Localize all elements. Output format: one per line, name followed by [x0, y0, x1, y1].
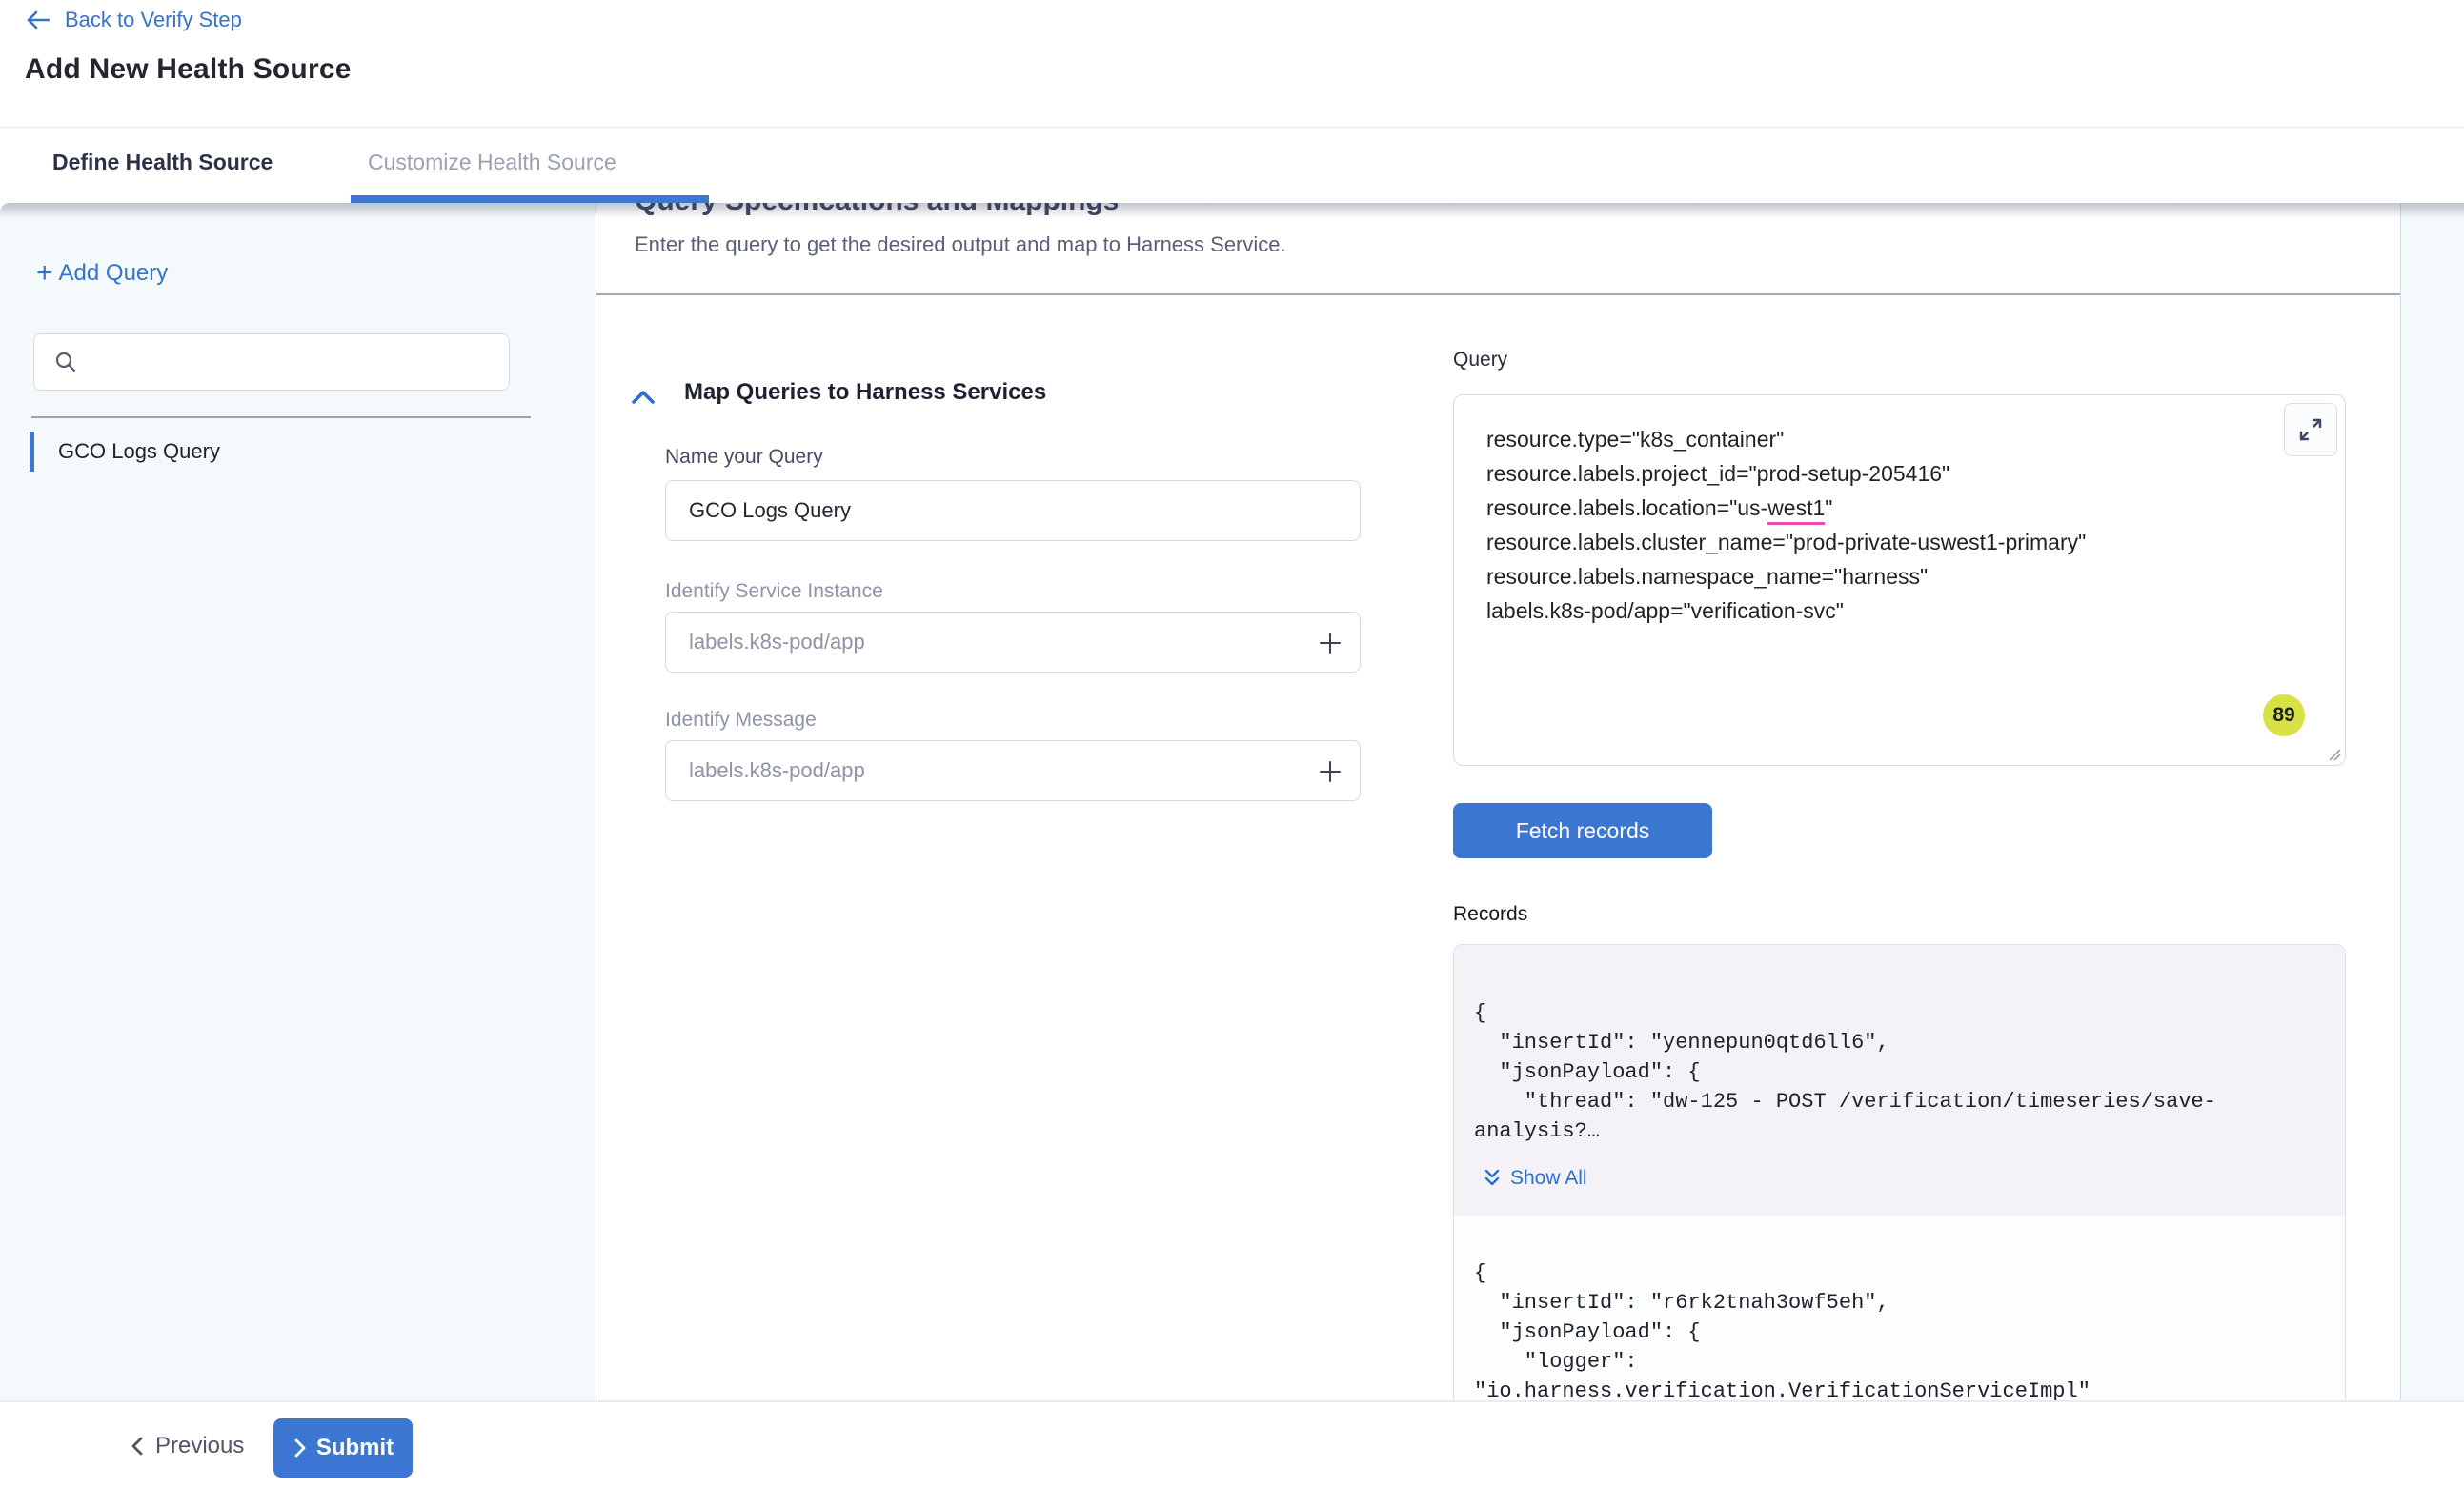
records-label: Records: [1453, 903, 1527, 926]
section-body: Map Queries to Harness Services Name you…: [596, 293, 2400, 1400]
query-item-label: GCO Logs Query: [58, 439, 220, 464]
record-item: { "insertId": "yennepun0qtd6ll6", "jsonP…: [1454, 945, 2345, 1216]
health-source-tabbar: Define Health Source Customize Health So…: [0, 127, 2464, 203]
query-sidebar: + Add Query GCO Logs Query: [0, 203, 596, 1400]
section-header: Query Specifications and Mappings Enter …: [596, 203, 2400, 293]
char-count-badge: 89: [2263, 694, 2305, 736]
wizard-footer: Previous Submit: [0, 1400, 2464, 1488]
resize-handle[interactable]: [2328, 748, 2341, 761]
tab-define-health-source[interactable]: Define Health Source: [52, 128, 273, 196]
record-json: { "insertId": "r6rk2tnah3owf5eh", "jsonP…: [1474, 1258, 2326, 1400]
page-header: Back to Verify Step Add New Health Sourc…: [0, 0, 2464, 127]
plus-icon: [1317, 758, 1343, 785]
previous-button[interactable]: Previous: [129, 1402, 244, 1488]
back-arrow-icon: [25, 9, 51, 31]
plus-icon: +: [36, 262, 53, 285]
record-json: { "insertId": "yennepun0qtd6ll6", "jsonP…: [1474, 998, 2326, 1146]
fullscreen-expand-icon: [2296, 415, 2325, 444]
query-label: Query: [1453, 349, 1507, 372]
show-all-link[interactable]: Show All: [1482, 1167, 1587, 1190]
add-query-label: Add Query: [59, 260, 169, 287]
query-code: resource.type="k8s_container"resource.la…: [1486, 422, 2086, 628]
previous-label: Previous: [155, 1433, 244, 1459]
query-name-input[interactable]: [666, 498, 1276, 523]
service-instance-input[interactable]: [666, 630, 1276, 654]
query-list-item-gco-logs[interactable]: GCO Logs Query: [30, 432, 544, 472]
identify-message-label: Identify Message: [665, 709, 817, 732]
page-title: Add New Health Source: [25, 53, 352, 86]
chevron-left-icon: [129, 1435, 146, 1458]
submit-label: Submit: [316, 1435, 394, 1461]
add-message-field-button[interactable]: [1314, 755, 1346, 788]
identify-message-input[interactable]: [666, 758, 1276, 783]
service-instance-field: [665, 612, 1361, 673]
query-search-box: [33, 333, 510, 391]
records-panel: { "insertId": "yennepun0qtd6ll6", "jsonP…: [1453, 944, 2346, 1400]
identify-message-field: [665, 740, 1361, 801]
fetch-records-button[interactable]: Fetch records: [1453, 803, 1712, 858]
selected-query-indicator: [30, 432, 34, 472]
section-title: Query Specifications and Mappings: [635, 203, 1119, 217]
collapse-section-button[interactable]: [629, 387, 659, 410]
expand-query-button[interactable]: [2284, 403, 2337, 456]
chevron-up-icon: [629, 387, 657, 408]
search-icon: [53, 350, 78, 374]
sidebar-divider: [31, 416, 531, 418]
content-area: + Add Query GCO Logs Query Query Specifi…: [0, 203, 2464, 1400]
active-tab-underline: [351, 195, 709, 203]
query-textarea[interactable]: resource.type="k8s_container"resource.la…: [1453, 394, 2346, 766]
main-panel: Query Specifications and Mappings Enter …: [596, 203, 2401, 1400]
tab-customize-health-source[interactable]: Customize Health Source: [368, 128, 616, 196]
back-link[interactable]: Back to Verify Step: [25, 8, 242, 32]
query-name-field: [665, 480, 1361, 541]
add-health-source-page: Back to Verify Step Add New Health Sourc…: [0, 0, 2464, 1488]
show-all-label: Show All: [1510, 1167, 1587, 1190]
query-search-input[interactable]: [91, 350, 473, 374]
name-your-query-label: Name your Query: [665, 446, 823, 469]
chevron-right-icon: [293, 1438, 308, 1458]
add-query-button[interactable]: + Add Query: [36, 260, 168, 287]
record-item: { "insertId": "r6rk2tnah3owf5eh", "jsonP…: [1454, 1258, 2345, 1400]
back-link-label: Back to Verify Step: [65, 8, 242, 32]
add-service-instance-button[interactable]: [1314, 627, 1346, 659]
resize-grip-icon: [2328, 748, 2341, 761]
map-queries-title: Map Queries to Harness Services: [684, 379, 1046, 406]
identify-service-instance-label: Identify Service Instance: [665, 580, 883, 603]
submit-button[interactable]: Submit: [273, 1418, 413, 1478]
section-subtitle: Enter the query to get the desired outpu…: [635, 232, 1286, 257]
double-chevron-down-icon: [1482, 1167, 1503, 1190]
plus-icon: [1317, 630, 1343, 656]
